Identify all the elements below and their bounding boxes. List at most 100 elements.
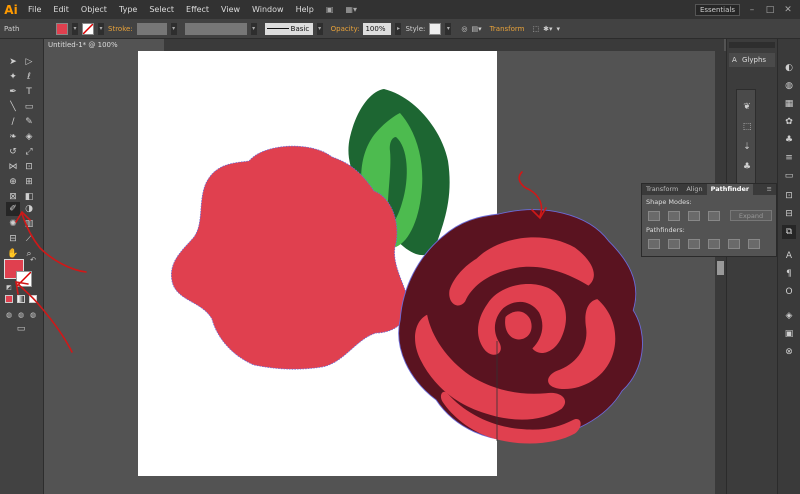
align-panel-icon[interactable]: ⊟ — [782, 207, 796, 221]
menu-type[interactable]: Type — [113, 5, 143, 14]
draw-inside-icon[interactable]: ◍ — [26, 308, 40, 322]
graphic-style-swatch[interactable] — [429, 22, 442, 35]
menu-help[interactable]: Help — [290, 5, 320, 14]
menu-file[interactable]: File — [22, 5, 47, 14]
lasso-tool-icon[interactable]: ℓ — [22, 70, 36, 84]
brushes-icon[interactable]: ⇣ — [740, 140, 754, 154]
rotate-tool-icon[interactable]: ↺ — [6, 145, 20, 159]
divide-button[interactable] — [648, 239, 660, 249]
layers-icon[interactable]: ◈ — [782, 309, 796, 323]
symbol-sprayer-tool-icon[interactable]: ✺ — [6, 217, 20, 231]
canvas[interactable] — [44, 51, 715, 494]
rectangle-tool-icon[interactable]: ▭ — [22, 100, 36, 114]
magic-wand-tool-icon[interactable]: ✦ — [6, 70, 20, 84]
exclude-button[interactable] — [708, 211, 720, 221]
expand-button[interactable]: Expand — [730, 210, 772, 221]
color-guide-icon[interactable]: ◐ — [782, 61, 796, 75]
paintbrush-tool-icon[interactable]: ∕ — [6, 115, 20, 129]
minus-front-button[interactable] — [668, 211, 680, 221]
workspace-switcher[interactable]: Essentials — [694, 3, 740, 16]
symbols-icon[interactable]: ❦ — [740, 100, 754, 114]
intersect-button[interactable] — [688, 211, 700, 221]
trim-button[interactable] — [668, 239, 680, 249]
menu-view[interactable]: View — [215, 5, 246, 14]
tab-pathfinder[interactable]: Pathfinder — [706, 184, 754, 195]
panel-menu-icon[interactable]: ▾ — [557, 25, 561, 33]
character-icon[interactable]: A — [782, 249, 796, 263]
align-icon[interactable]: ▤▾ — [472, 25, 482, 33]
transform-panel-icon[interactable]: ⊡ — [782, 189, 796, 203]
unite-button[interactable] — [648, 211, 660, 221]
shape-builder-tool-icon[interactable]: ⊕ — [6, 175, 20, 189]
merge-button[interactable] — [688, 239, 700, 249]
minimize-button[interactable]: – — [746, 5, 758, 15]
type-tool-icon[interactable]: T — [22, 85, 36, 99]
blend-tool-icon[interactable]: ◑ — [22, 202, 36, 216]
stroke-weight-field[interactable] — [136, 22, 167, 35]
scale-tool-icon[interactable]: ⤢ — [22, 145, 36, 159]
glyphs-panel-button[interactable]: A Glyphs — [729, 53, 775, 67]
brush-dropdown[interactable]: ▾ — [316, 22, 323, 35]
screen-mode-icon[interactable]: ▭ — [14, 322, 28, 336]
symbols-panel-icon[interactable]: ♣ — [782, 133, 796, 147]
artboard-tool-icon[interactable]: ⊟ — [6, 232, 20, 246]
default-colors-icon[interactable]: ◩ — [2, 281, 16, 295]
close-button[interactable]: ✕ — [782, 5, 794, 15]
swap-colors-icon[interactable]: ↶ — [26, 253, 40, 267]
fill-color-swatch[interactable] — [56, 22, 68, 35]
opacity-dropdown[interactable]: ▸ — [395, 22, 402, 35]
stroke-label[interactable]: Stroke: — [108, 25, 133, 33]
fill-dropdown[interactable]: ▾ — [72, 22, 78, 35]
links-icon[interactable]: ⊗ — [782, 345, 796, 359]
pencil-tool-icon[interactable]: ✎ — [22, 115, 36, 129]
menu-edit[interactable]: Edit — [47, 5, 75, 14]
pathfinder-panel-icon[interactable]: ⧉ — [782, 225, 796, 239]
graphic-style-dropdown[interactable]: ▾ — [445, 22, 452, 35]
stroke-swatch[interactable] — [16, 271, 32, 287]
stroke-dropdown[interactable]: ▾ — [98, 22, 104, 35]
rose[interactable] — [398, 209, 643, 444]
clubs-icon[interactable]: ♣ — [740, 160, 754, 174]
scrollbar-thumb[interactable] — [717, 261, 724, 275]
free-transform-tool-icon[interactable]: ⊡ — [22, 160, 36, 174]
none-mode-icon[interactable] — [26, 294, 40, 308]
stroke-color-swatch[interactable] — [82, 22, 94, 35]
document-tab[interactable]: Untitled-1* @ 100% (CMYK/Preview) × — [44, 39, 164, 61]
width-tool-icon[interactable]: ⋈ — [6, 160, 20, 174]
arrange-documents-icon[interactable]: ▦▾ — [339, 5, 363, 14]
direct-selection-tool-icon[interactable]: ▷ — [22, 55, 36, 69]
gradient-panel-icon[interactable]: ▭ — [782, 169, 796, 183]
minus-back-button[interactable] — [748, 239, 760, 249]
tab-align[interactable]: Align — [682, 184, 706, 195]
swatches-icon[interactable]: ▦ — [782, 97, 796, 111]
bridge-icon[interactable]: ▣ — [320, 5, 340, 14]
stroke-weight-dropdown[interactable]: ▾ — [170, 22, 177, 35]
column-graph-tool-icon[interactable]: ▥ — [22, 217, 36, 231]
graphic-styles-icon[interactable]: ⬚ — [740, 120, 754, 134]
variable-width-field[interactable] — [184, 22, 247, 35]
outline-button[interactable] — [728, 239, 740, 249]
transform-link[interactable]: Transform — [490, 25, 525, 33]
maximize-button[interactable]: □ — [764, 5, 776, 15]
selection-tool-icon[interactable]: ➤ — [6, 55, 20, 69]
recolor-artwork-icon[interactable]: ◎ — [461, 25, 467, 33]
perspective-grid-tool-icon[interactable]: ⊞ — [22, 175, 36, 189]
shape-options-icon[interactable]: ✱▾ — [543, 25, 552, 33]
vertical-scrollbar[interactable] — [715, 51, 726, 494]
blob-brush-tool-icon[interactable]: ❧ — [6, 130, 20, 144]
artboards-icon[interactable]: ▣ — [782, 327, 796, 341]
brushes-panel-icon[interactable]: ✿ — [782, 115, 796, 129]
opacity-field[interactable]: 100% — [363, 22, 392, 35]
eyedropper-tool-icon[interactable]: ✐ — [6, 202, 20, 216]
crop-button[interactable] — [708, 239, 720, 249]
menu-select[interactable]: Select — [143, 5, 180, 14]
menu-object[interactable]: Object — [75, 5, 113, 14]
stroke-panel-icon[interactable]: ≡ — [782, 151, 796, 165]
paragraph-icon[interactable]: ¶ — [782, 267, 796, 281]
variable-width-dropdown[interactable]: ▾ — [250, 22, 257, 35]
eraser-tool-icon[interactable]: ◈ — [22, 130, 36, 144]
color-icon[interactable]: ◍ — [782, 79, 796, 93]
slice-tool-icon[interactable]: ⟋ — [22, 232, 36, 246]
brush-definition[interactable]: Basic — [264, 22, 313, 35]
menu-window[interactable]: Window — [246, 5, 290, 14]
